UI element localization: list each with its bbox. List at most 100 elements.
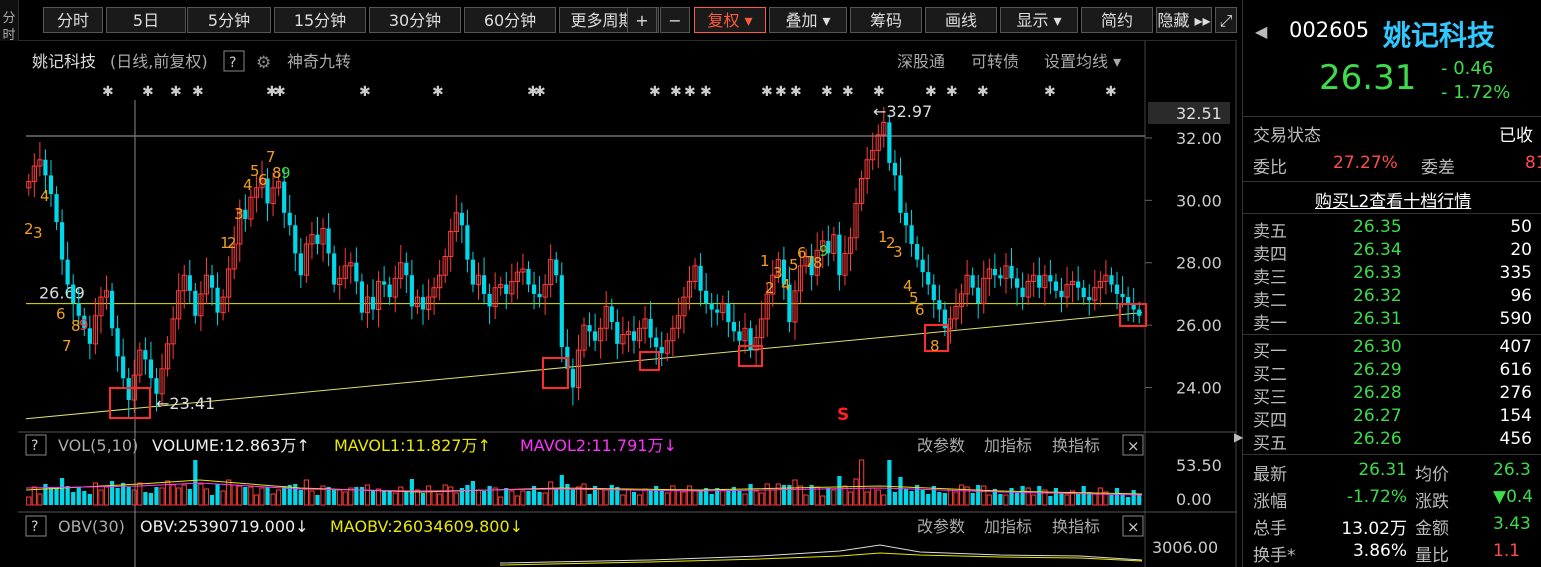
event-marker-icon[interactable]: ✱ — [102, 84, 114, 100]
event-marker-icon[interactable]: ✱ — [432, 84, 444, 100]
candle-body — [920, 259, 925, 273]
event-marker-icon[interactable]: ✱ — [142, 84, 154, 100]
bid-diff-label: 委差 — [1421, 158, 1455, 178]
event-marker-icon[interactable]: ✱ — [761, 84, 773, 100]
volume-bar — [1131, 490, 1136, 505]
event-marker-icon[interactable]: ✱ — [775, 84, 787, 100]
stock-code: 002605 — [1289, 18, 1370, 42]
chart-subtitle: (日线,前复权) — [110, 52, 208, 71]
volume-bar — [82, 491, 87, 505]
candle-body — [887, 122, 892, 163]
volume-bar — [1053, 488, 1059, 505]
price-tick-label: 26.00 — [1176, 316, 1222, 335]
candle-body — [1081, 287, 1086, 298]
candle-body — [287, 212, 292, 226]
convertible-link[interactable]: 可转债 — [971, 52, 1019, 71]
nine-turn-label: 9 — [79, 316, 89, 334]
bid-volume: 456 — [1499, 429, 1532, 449]
candle-body — [126, 378, 131, 401]
nine-turn-label: 1 — [760, 252, 770, 270]
ask-level-label: 卖五 — [1253, 222, 1287, 242]
event-marker-icon[interactable]: ✱ — [925, 84, 937, 100]
event-marker-icon[interactable]: ✱ — [1105, 84, 1117, 100]
panel-toggle-icon[interactable]: ▶ — [1234, 430, 1243, 444]
candle-body — [71, 284, 76, 304]
candle-body — [1137, 309, 1142, 316]
candle-body — [715, 309, 720, 313]
l2-purchase-link[interactable]: 购买L2查看十档行情 — [1315, 187, 1471, 212]
event-marker-icon[interactable]: ✱ — [192, 84, 204, 100]
volume-bar — [909, 491, 914, 505]
event-marker-icon[interactable]: ✱ — [1044, 84, 1056, 100]
candle-body — [354, 262, 359, 282]
candle-body — [709, 303, 714, 310]
bid-volume: 276 — [1499, 383, 1532, 403]
candle-body — [909, 225, 914, 245]
volume-bar — [420, 493, 426, 505]
volume-bar — [537, 492, 542, 505]
price-tick-label: 32.00 — [1176, 129, 1222, 148]
candle-body — [937, 300, 942, 310]
volume-bar — [837, 476, 842, 505]
candle-body — [332, 253, 337, 285]
ask-price: 26.34 — [1353, 240, 1402, 260]
gear-icon[interactable]: ⚙ — [256, 53, 271, 73]
candle-body — [931, 284, 936, 301]
kline-chart[interactable]: 姚记科技 (日线,前复权)? ⚙ 神奇九转 深股通 可转债 设置均线 ▾✱ ✱ ✱ ✱ ✱✱ ✱ ✱ ✱✱… — [0, 0, 1237, 567]
volume-bar — [926, 494, 931, 505]
event-marker-icon[interactable]: ✱ — [359, 84, 371, 100]
event-marker-icon[interactable]: ✱ — [170, 84, 182, 100]
volume-bar — [1037, 486, 1042, 505]
sgt-link[interactable]: 深股通 — [897, 52, 945, 71]
volume-bar — [1109, 495, 1114, 505]
stat-value: 26.31 — [1358, 460, 1407, 480]
stock-name: 姚记科技 — [1383, 19, 1496, 52]
event-marker-icon[interactable]: ✱ — [790, 84, 802, 100]
event-marker-icon[interactable]: ✱ — [946, 84, 958, 100]
candle-body — [470, 259, 476, 285]
volume-bar — [1137, 494, 1142, 505]
event-marker-icon[interactable]: ✱ — [842, 84, 854, 100]
candle-body — [648, 318, 653, 338]
candle-body — [531, 284, 537, 294]
event-marker-icon[interactable]: ✱ — [700, 84, 712, 100]
candle-body — [243, 209, 248, 220]
event-marker-icon[interactable]: ✱ — [873, 84, 885, 100]
candle-body — [976, 287, 981, 304]
bid-ratio-label: 委比 — [1253, 158, 1287, 178]
event-marker-icon[interactable]: ✱ — [977, 84, 989, 100]
candle-body — [615, 322, 620, 344]
stat-label: 量比 — [1415, 546, 1449, 566]
event-marker-icon[interactable]: ✱ — [821, 84, 833, 100]
event-marker-icon[interactable]: ✱ — [670, 84, 682, 100]
candle-body — [282, 181, 287, 213]
vol-add-indicator-button[interactable]: 加指标 — [984, 436, 1032, 455]
volume-bar — [1076, 494, 1081, 505]
stat-label: 总手 — [1253, 519, 1287, 539]
ask-level-label: 卖一 — [1253, 314, 1287, 334]
stat-value: 26.3 — [1493, 460, 1531, 480]
event-marker-icon[interactable]: ✱ — [274, 84, 286, 100]
event-marker-icon[interactable]: ✱ — [649, 84, 661, 100]
volume-bar — [71, 492, 76, 505]
volume-bar — [332, 489, 337, 505]
stat-label: 涨幅 — [1253, 492, 1287, 512]
vol-change-indicator-button[interactable]: 换指标 — [1052, 436, 1100, 455]
volume-bar — [1009, 488, 1014, 505]
volume-bar — [737, 491, 742, 505]
vol-edit-params-button[interactable]: 改参数 — [917, 436, 965, 455]
event-marker-icon[interactable]: ✱ — [534, 84, 546, 100]
event-marker-icon[interactable]: ✱ — [684, 84, 696, 100]
volume-bar — [942, 493, 948, 505]
divider — [1243, 334, 1541, 335]
ma-settings-dropdown[interactable]: 设置均线 ▾ — [1044, 52, 1121, 71]
obv-edit-params-button[interactable]: 改参数 — [917, 517, 965, 536]
collapse-arrow-icon[interactable]: ◀ — [1255, 22, 1267, 41]
candle-body — [143, 350, 148, 360]
candle-body — [215, 287, 220, 313]
divider — [1243, 213, 1541, 214]
divider — [1243, 454, 1541, 455]
obv-change-indicator-button[interactable]: 换指标 — [1052, 517, 1100, 536]
magic-nine-link[interactable]: 神奇九转 — [287, 52, 351, 71]
obv-add-indicator-button[interactable]: 加指标 — [984, 517, 1032, 536]
